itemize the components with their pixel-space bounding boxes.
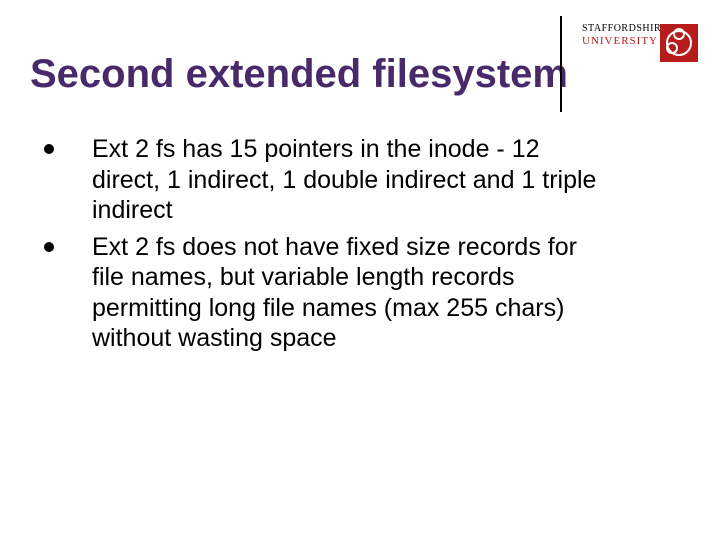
slide-title: Second extended filesystem xyxy=(30,52,568,97)
logo-line-2: UNIVERSITY xyxy=(582,36,654,47)
slide-body: Ext 2 fs has 15 pointers in the inode - … xyxy=(38,134,598,360)
bullet-list: Ext 2 fs has 15 pointers in the inode - … xyxy=(38,134,598,354)
staffordshire-knot-icon xyxy=(660,24,698,62)
list-item: Ext 2 fs does not have fixed size record… xyxy=(38,232,598,354)
university-logo: STAFFORDSHIRE UNIVERSITY xyxy=(580,24,698,88)
logo-line-1: STAFFORDSHIRE xyxy=(582,24,654,34)
list-item: Ext 2 fs has 15 pointers in the inode - … xyxy=(38,134,598,226)
vertical-divider xyxy=(560,16,562,112)
slide: Second extended filesystem STAFFORDSHIRE… xyxy=(0,0,720,540)
logo-text: STAFFORDSHIRE UNIVERSITY xyxy=(582,24,654,47)
